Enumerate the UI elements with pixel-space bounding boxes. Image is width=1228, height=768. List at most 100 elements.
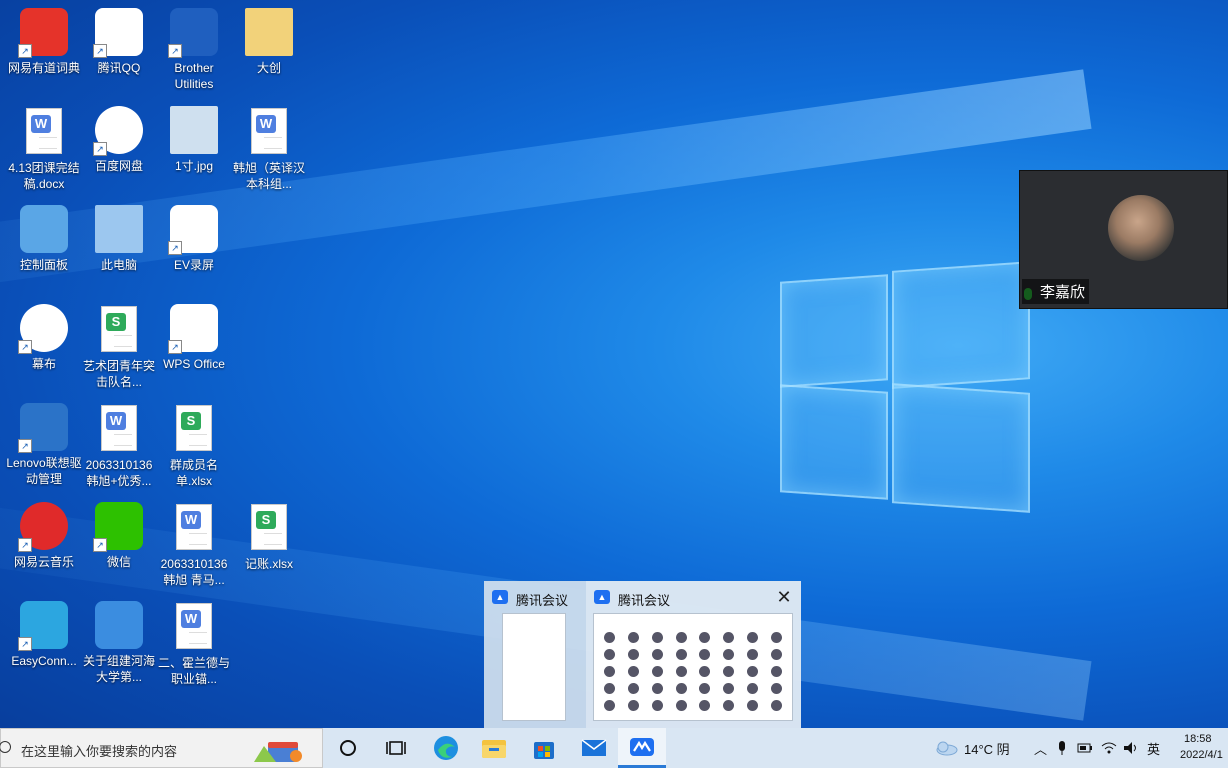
desktop-icon-label: 艺术团青年突击队名... bbox=[82, 359, 155, 389]
shortcut-arrow-icon: ↗ bbox=[93, 538, 107, 552]
participant-avatar bbox=[723, 666, 735, 677]
desktop-icon[interactable]: 大创 bbox=[231, 8, 307, 76]
mail-button[interactable] bbox=[570, 728, 618, 768]
desktop-icon[interactable]: W 二、霍兰德与职业锚... bbox=[156, 601, 232, 687]
search-highlight-icon bbox=[254, 742, 302, 762]
shortcut-arrow-icon: ↗ bbox=[93, 142, 107, 156]
desktop-icon[interactable]: ↗ Lenovo联想驱动管理 bbox=[6, 403, 82, 487]
cortana-button[interactable] bbox=[324, 728, 372, 768]
desktop-icon[interactable]: ↗ Brother Utilities bbox=[156, 8, 232, 92]
ime-indicator[interactable]: 英 bbox=[1147, 739, 1160, 758]
battery-icon[interactable] bbox=[1077, 742, 1093, 754]
wifi-icon[interactable] bbox=[1101, 741, 1117, 755]
participant-avatar bbox=[746, 649, 758, 660]
file-explorer-icon bbox=[482, 740, 506, 758]
desktop-icon[interactable]: ↗ 网易云音乐 bbox=[6, 502, 82, 570]
shortcut-arrow-icon: ↗ bbox=[168, 44, 182, 58]
desktop-icon-label: EasyConn... bbox=[11, 654, 77, 668]
desktop-icon[interactable]: 此电脑 bbox=[81, 205, 157, 273]
participant-avatar bbox=[723, 683, 735, 694]
chevron-up-icon[interactable]: ︿ bbox=[1034, 739, 1047, 758]
desktop-icon-label: WPS Office bbox=[163, 357, 225, 371]
participant-avatar bbox=[770, 683, 782, 694]
desktop-icon[interactable]: ↗ 百度网盘 bbox=[81, 106, 157, 174]
participant-avatar bbox=[628, 700, 640, 711]
word-doc-icon: W bbox=[170, 603, 218, 651]
spreadsheet-icon: S bbox=[170, 405, 218, 453]
store-button[interactable] bbox=[520, 728, 568, 768]
desktop-icon[interactable]: ↗ EV录屏 bbox=[156, 205, 232, 273]
desktop-icon[interactable]: W 2063310136韩旭+优秀... bbox=[81, 403, 157, 489]
tencent-meeting-button[interactable] bbox=[618, 728, 666, 768]
store-icon bbox=[534, 742, 554, 759]
weather-text: 14°C 阴 bbox=[964, 741, 1010, 757]
desktop-icon[interactable]: W 韩旭（英译汉本科组... bbox=[231, 106, 307, 192]
search-box[interactable]: 在这里输入你要搜索的内容 bbox=[0, 728, 323, 768]
windows-logo-wallpaper bbox=[780, 258, 1030, 514]
thumbnail-window-1[interactable]: ▲ 腾讯会议 bbox=[484, 581, 584, 728]
microphone-icon[interactable] bbox=[1057, 740, 1067, 756]
shortcut-arrow-icon: ↗ bbox=[168, 241, 182, 255]
spreadsheet-icon: S bbox=[95, 306, 143, 354]
thumbnail-window-2[interactable]: ▲ 腾讯会议 ✕ bbox=[586, 581, 801, 728]
tencent-meeting-icon bbox=[630, 737, 654, 756]
desktop-icon-label: 微信 bbox=[106, 555, 131, 569]
desktop-icon[interactable]: ↗ 微信 bbox=[81, 502, 157, 570]
clock[interactable]: 18:58 2022/4/1 bbox=[1180, 731, 1228, 763]
desktop-icon[interactable]: S 群成员名单.xlsx bbox=[156, 403, 232, 489]
weather-widget[interactable]: 14°C 阴 bbox=[934, 728, 1010, 768]
participant-avatar bbox=[628, 649, 640, 660]
desktop-icon[interactable]: 控制面板 bbox=[6, 205, 82, 273]
thumbnail-title: 腾讯会议 bbox=[516, 593, 569, 608]
participant-avatar bbox=[770, 649, 782, 660]
desktop-icon-label: 控制面板 bbox=[19, 258, 68, 272]
desktop-icon[interactable]: W 2063310136韩旭 青马... bbox=[156, 502, 232, 588]
participant-avatar bbox=[770, 632, 782, 643]
desktop-icon[interactable]: ↗ 腾讯QQ bbox=[81, 8, 157, 76]
shortcut-arrow-icon: ↗ bbox=[18, 637, 32, 651]
edge-button[interactable] bbox=[422, 728, 470, 768]
volume-icon[interactable] bbox=[1123, 741, 1139, 755]
desktop-icon[interactable]: ↗ 网易有道词典 bbox=[6, 8, 82, 76]
participant-avatar bbox=[746, 632, 758, 643]
desktop-icon-label: 网易云音乐 bbox=[13, 555, 74, 569]
participant-avatar bbox=[628, 632, 640, 643]
taskbar: 在这里输入你要搜索的内容 14°C 阴 ︿ 英 18:58 2022/4/1 bbox=[0, 728, 1228, 768]
desktop-icon[interactable]: ↗ 幕布 bbox=[6, 304, 82, 372]
file-explorer-button[interactable] bbox=[470, 728, 518, 768]
participant-video-tile[interactable]: 李嘉欣 bbox=[1019, 170, 1228, 309]
participant-avatar bbox=[651, 683, 663, 694]
shortcut-arrow-icon: ↗ bbox=[18, 439, 32, 453]
participant-video bbox=[1108, 195, 1174, 261]
tray-icons: ︿ 英 bbox=[1034, 728, 1160, 768]
desktop-icon[interactable]: S 记账.xlsx bbox=[231, 502, 307, 572]
shortcut-arrow-icon: ↗ bbox=[168, 340, 182, 354]
participant-avatar bbox=[699, 632, 711, 643]
participant-avatar bbox=[746, 700, 758, 711]
participant-avatar bbox=[746, 666, 758, 677]
desktop-icon[interactable]: ↗ WPS Office bbox=[156, 304, 232, 372]
youdao-dict-icon: ↗ bbox=[18, 8, 68, 58]
spreadsheet-icon: S bbox=[245, 504, 293, 552]
word-doc-icon: W bbox=[245, 108, 293, 156]
desktop-icon-label: 2063310136韩旭+优秀... bbox=[85, 458, 153, 488]
desktop-icon[interactable]: W 4.13团课完结稿.docx bbox=[6, 106, 82, 192]
desktop-icon[interactable]: 1寸.jpg bbox=[156, 106, 232, 174]
thumbnail-image bbox=[502, 613, 566, 721]
desktop-icon[interactable]: 关于组建河海大学第... bbox=[81, 601, 157, 685]
desktop-icon[interactable]: S 艺术团青年突击队名... bbox=[81, 304, 157, 390]
close-icon[interactable]: ✕ bbox=[775, 588, 793, 606]
desktop-icon-label: Lenovo联想驱动管理 bbox=[6, 456, 82, 486]
desktop-icon[interactable]: ↗ EasyConn... bbox=[6, 601, 82, 669]
desktop-icon-label: 1寸.jpg bbox=[174, 159, 214, 173]
desktop-icon-label: 幕布 bbox=[31, 357, 56, 371]
participant-avatar bbox=[770, 700, 782, 711]
desktop-icon-label: 记账.xlsx bbox=[244, 557, 293, 571]
ev-recorder-icon: ↗ bbox=[168, 205, 218, 255]
participant-avatar bbox=[675, 700, 687, 711]
brother-utilities-icon: ↗ bbox=[168, 8, 218, 58]
participant-avatar bbox=[699, 683, 711, 694]
participant-avatar bbox=[699, 666, 711, 677]
participant-avatar bbox=[628, 666, 640, 677]
task-view-button[interactable] bbox=[372, 728, 420, 768]
